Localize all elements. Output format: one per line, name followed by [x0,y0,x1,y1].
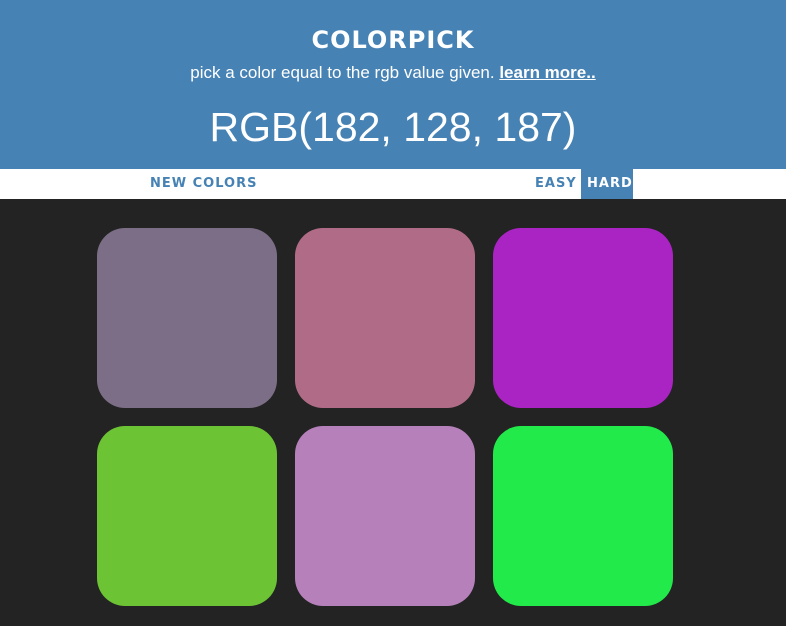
color-square[interactable] [493,228,673,408]
rgb-target: RGB(182, 128, 187) [209,104,577,150]
hard-mode-button[interactable]: HARD [581,169,633,199]
header: COLORPICK pick a color equal to the rgb … [0,0,786,169]
new-colors-button[interactable]: NEW COLORS [144,169,263,199]
squares-grid [0,199,786,626]
color-square[interactable] [295,228,475,408]
easy-mode-button[interactable]: EASY [529,169,583,199]
color-square[interactable] [295,426,475,606]
color-square[interactable] [97,426,277,606]
learn-more-link[interactable]: learn more.. [499,63,595,82]
game-title: COLORPICK [311,17,475,57]
subtitle-text: pick a color equal to the rgb value give… [190,63,495,82]
color-square[interactable] [493,426,673,606]
control-stripe: NEW COLORS EASY HARD [0,169,786,199]
subtitle: pick a color equal to the rgb value give… [0,62,786,84]
color-square[interactable] [97,228,277,408]
